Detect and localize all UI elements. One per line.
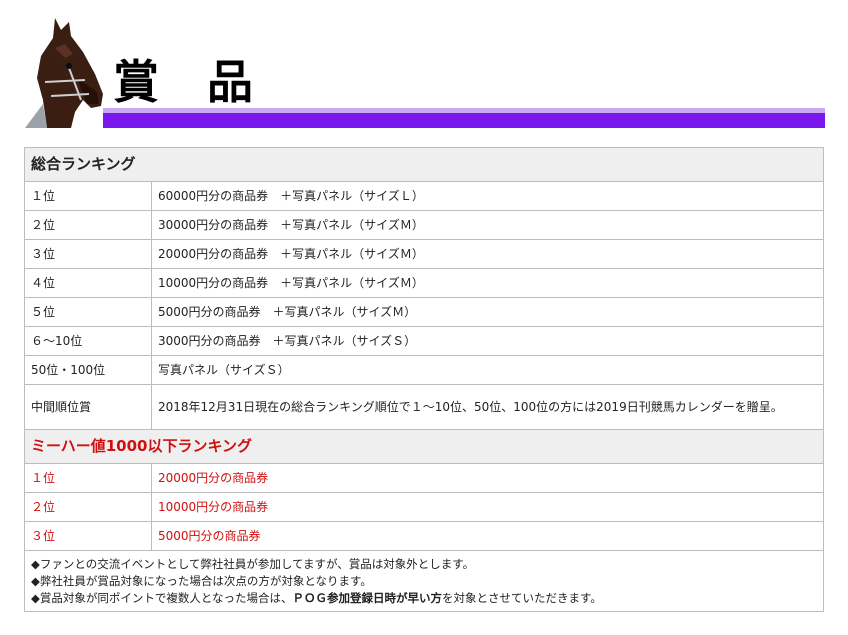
- prize-cell: 30000円分の商品券 ＋写真パネル（サイズＭ）: [151, 210, 824, 240]
- table-row: １位 20000円分の商品券: [24, 463, 824, 493]
- prize-cell: 10000円分の商品券: [151, 492, 824, 522]
- rank-cell: ３位: [24, 239, 152, 269]
- table-row: 中間順位賞 2018年12月31日現在の総合ランキング順位で１～10位、50位、…: [24, 384, 824, 430]
- prize-cell: 20000円分の商品券: [151, 463, 824, 493]
- title-underline-bar: [103, 113, 825, 128]
- rank-cell: ３位: [24, 521, 152, 551]
- notes-cell: ◆ファンとの交流イベントとして弊社社員が参加してますが、賞品は対象外とします。 …: [24, 550, 824, 612]
- section-header: 総合ランキング: [24, 147, 824, 182]
- prize-table: 総合ランキング １位 60000円分の商品券 ＋写真パネル（サイズＬ） ２位 3…: [24, 147, 824, 612]
- note-text: ◆賞品対象が同ポイントで複数人となった場合は、: [31, 590, 293, 605]
- page-title: 賞 品: [113, 55, 270, 109]
- prize-cell: 20000円分の商品券 ＋写真パネル（サイズＭ）: [151, 239, 824, 269]
- table-row: ２位 10000円分の商品券: [24, 492, 824, 522]
- prize-cell: 5000円分の商品券: [151, 521, 824, 551]
- table-row: 50位・100位 写真パネル（サイズＳ）: [24, 355, 824, 385]
- prize-cell: 10000円分の商品券 ＋写真パネル（サイズＭ）: [151, 268, 824, 298]
- horse-head-image: [25, 18, 103, 128]
- rank-cell: ４位: [24, 268, 152, 298]
- note-line: ◆ファンとの交流イベントとして弊社社員が参加してますが、賞品は対象外とします。: [31, 556, 475, 571]
- rank-cell: ６～10位: [24, 326, 152, 356]
- table-row: ４位 10000円分の商品券 ＋写真パネル（サイズＭ）: [24, 268, 824, 298]
- rank-cell: １位: [24, 181, 152, 211]
- prize-cell: 60000円分の商品券 ＋写真パネル（サイズＬ）: [151, 181, 824, 211]
- prize-cell: 5000円分の商品券 ＋写真パネル（サイズＭ）: [151, 297, 824, 327]
- prize-cell: 2018年12月31日現在の総合ランキング順位で１～10位、50位、100位の方…: [151, 384, 824, 430]
- table-row: ５位 5000円分の商品券 ＋写真パネル（サイズＭ）: [24, 297, 824, 327]
- rank-cell: ２位: [24, 492, 152, 522]
- prize-cell: 3000円分の商品券 ＋写真パネル（サイズＳ）: [151, 326, 824, 356]
- note-line: ◆弊社社員が賞品対象になった場合は次点の方が対象となります。: [31, 573, 372, 588]
- rank-cell: 中間順位賞: [24, 384, 152, 430]
- prize-cell: 写真パネル（サイズＳ）: [151, 355, 824, 385]
- table-row: ２位 30000円分の商品券 ＋写真パネル（サイズＭ）: [24, 210, 824, 240]
- note-emphasis: ＰＯＧ参加登録日時が早い方: [292, 590, 443, 605]
- page-header: 賞 品: [25, 0, 825, 128]
- table-row: ６～10位 3000円分の商品券 ＋写真パネル（サイズＳ）: [24, 326, 824, 356]
- table-row: １位 60000円分の商品券 ＋写真パネル（サイズＬ）: [24, 181, 824, 211]
- rank-cell: １位: [24, 463, 152, 493]
- table-row: ３位 20000円分の商品券 ＋写真パネル（サイズＭ）: [24, 239, 824, 269]
- table-row: ３位 5000円分の商品券: [24, 521, 824, 551]
- notes-row: ◆ファンとの交流イベントとして弊社社員が参加してますが、賞品は対象外とします。 …: [24, 550, 824, 612]
- section-header: ミーハー値1000以下ランキング: [24, 429, 824, 464]
- note-text: を対象とさせていただきます。: [442, 590, 602, 605]
- section-title-miha: ミーハー値1000以下ランキング: [24, 429, 824, 464]
- rank-cell: ２位: [24, 210, 152, 240]
- section-title-overall: 総合ランキング: [24, 147, 824, 182]
- rank-cell: ５位: [24, 297, 152, 327]
- note-line: ◆賞品対象が同ポイントで複数人となった場合は、ＰＯＧ参加登録日時が早い方を対象と…: [31, 590, 817, 607]
- rank-cell: 50位・100位: [24, 355, 152, 385]
